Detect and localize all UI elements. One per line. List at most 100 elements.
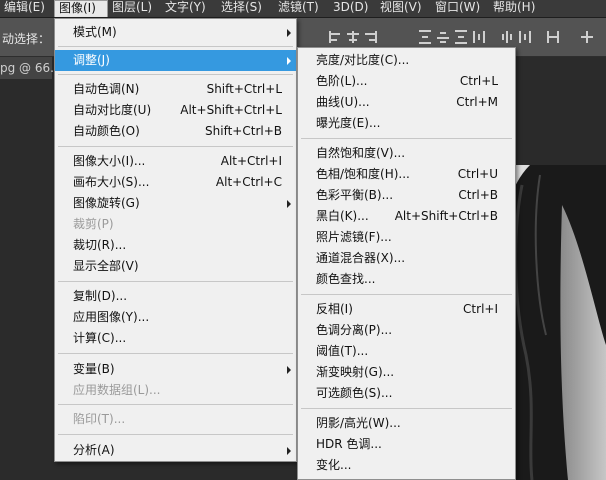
menu-item-variables[interactable]: 变量(B) [55,359,296,380]
menu-filter[interactable]: 滤镜(T) [274,0,323,17]
menu-item-apply-image[interactable]: 应用图像(Y)... [55,307,296,328]
menu-item-label: 应用图像(Y)... [73,310,150,324]
menu-item-label: 曲线(U)... [316,95,370,109]
menu-3d[interactable]: 3D(D) [329,0,372,17]
menu-item-color-lookup[interactable]: 颜色查找... [298,269,515,290]
menu-item-selective-color[interactable]: 可选颜色(S)... [298,383,515,404]
menu-item-analysis[interactable]: 分析(A) [55,440,296,461]
menu-item-image-rotation[interactable]: 图像旋转(G) [55,193,296,214]
menu-select[interactable]: 选择(S) [217,0,266,17]
menu-item-levels[interactable]: 色阶(L)... Ctrl+L [298,71,515,92]
menu-item-black-white[interactable]: 黑白(K)... Alt+Shift+Ctrl+B [298,206,515,227]
align-left-icon[interactable] [328,30,342,44]
menu-item-label: 曝光度(E)... [316,116,381,130]
menu-item-label: 自动色调(N) [73,82,140,96]
menu-item-channel-mixer[interactable]: 通道混合器(X)... [298,248,515,269]
menu-item-label: 色阶(L)... [316,74,368,88]
menu-item-adjustments[interactable]: 调整(J) [55,50,296,71]
shortcut-text: Shift+Ctrl+L [206,82,282,96]
menu-item-brightness-contrast[interactable]: 亮度/对比度(C)... [298,50,515,71]
menu-item-auto-tone[interactable]: 自动色调(N) Shift+Ctrl+L [55,79,296,100]
menu-item-label: 黑白(K)... [316,209,369,223]
3d-mode-icon[interactable] [580,30,594,44]
shortcut-text: Alt+Ctrl+C [215,175,282,189]
menu-item-label: 照片滤镜(F)... [316,230,392,244]
menu-help[interactable]: 帮助(H) [489,0,539,17]
submenu-arrow-icon [287,447,291,455]
menu-item-trim[interactable]: 裁切(R)... [55,235,296,256]
separator [301,294,512,295]
auto-align-icon[interactable] [546,30,560,44]
menu-item-reveal-all[interactable]: 显示全部(V) [55,256,296,277]
shortcut-text: Alt+Ctrl+I [220,154,282,168]
separator [58,46,293,47]
menu-view[interactable]: 视图(V) [376,0,426,17]
menu-item-label: 变化... [316,458,352,472]
menu-item-label: 自动对比度(U) [73,103,152,117]
menu-item-canvas-size[interactable]: 画布大小(S)... Alt+Ctrl+C [55,172,296,193]
menu-item-label: 分析(A) [73,443,115,457]
shortcut-text: Ctrl+L [459,74,498,88]
menu-item-image-size[interactable]: 图像大小(I)... Alt+Ctrl+I [55,151,296,172]
align-center-icon[interactable] [346,30,360,44]
menu-item-calculations[interactable]: 计算(C)... [55,328,296,349]
menu-layer[interactable]: 图层(L) [108,0,156,17]
menu-item-label: 应用数据组(L)... [73,383,161,397]
menu-item-label: 陷印(T)... [73,412,126,426]
menu-item-gradient-map[interactable]: 渐变映射(G)... [298,362,515,383]
menu-item-label: 反相(I) [316,302,353,316]
align-right-icon[interactable] [364,30,378,44]
menu-item-label: 色相/饱和度(H)... [316,167,410,181]
separator [301,138,512,139]
menu-item-vibrance[interactable]: 自然饱和度(V)... [298,143,515,164]
menu-item-label: 通道混合器(X)... [316,251,406,265]
shortcut-text: Ctrl+I [463,302,498,316]
menu-item-hdr-toning[interactable]: HDR 色调... [298,434,515,455]
separator [58,353,293,354]
distribute-left-icon[interactable] [472,30,486,44]
shortcut-text: Shift+Ctrl+B [205,124,282,138]
menu-item-crop: 裁剪(P) [55,214,296,235]
menu-item-label: 显示全部(V) [73,259,139,273]
menu-item-exposure[interactable]: 曝光度(E)... [298,113,515,134]
menu-type[interactable]: 文字(Y) [161,0,210,17]
menu-item-shadows-highlights[interactable]: 阴影/高光(W)... [298,413,515,434]
separator [58,74,293,75]
menu-item-label: 图像大小(I)... [73,154,146,168]
distribute-right-icon[interactable] [518,30,532,44]
submenu-arrow-icon [287,200,291,208]
distribute-middle-icon[interactable] [436,30,450,44]
menu-item-curves[interactable]: 曲线(U)... Ctrl+M [298,92,515,113]
menu-window[interactable]: 窗口(W) [431,0,484,17]
menu-item-label: 裁切(R)... [73,238,127,252]
menu-item-auto-contrast[interactable]: 自动对比度(U) Alt+Shift+Ctrl+L [55,100,296,121]
document-tab[interactable]: pg @ 66.7 [0,57,62,79]
menu-item-label: 图像旋转(G) [73,196,140,210]
menu-item-variations[interactable]: 变化... [298,455,515,476]
shortcut-text: Ctrl+B [458,188,498,202]
menu-item-label: 阴影/高光(W)... [316,416,401,430]
menu-item-auto-color[interactable]: 自动颜色(O) Shift+Ctrl+B [55,121,296,142]
menu-item-mode[interactable]: 模式(M) [55,22,296,43]
menu-item-threshold[interactable]: 阈值(T)... [298,341,515,362]
menu-item-invert[interactable]: 反相(I) Ctrl+I [298,299,515,320]
menu-image[interactable]: 图像(I) [54,0,108,17]
distribute-top-icon[interactable] [418,30,432,44]
menu-item-photo-filter[interactable]: 照片滤镜(F)... [298,227,515,248]
image-menu: 模式(M) 调整(J) 自动色调(N) Shift+Ctrl+L 自动对比度(U)… [54,18,297,462]
menu-item-color-balance[interactable]: 色彩平衡(B)... Ctrl+B [298,185,515,206]
menu-item-posterize[interactable]: 色调分离(P)... [298,320,515,341]
menu-item-label: 画布大小(S)... [73,175,150,189]
menu-item-label: 变量(B) [73,362,115,376]
menu-item-label: 计算(C)... [73,331,127,345]
menu-bar: 编辑(E) 图像(I) 图层(L) 文字(Y) 选择(S) 滤镜(T) 3D(D… [0,0,606,18]
menu-item-duplicate[interactable]: 复制(D)... [55,286,296,307]
menu-item-apply-data-set: 应用数据组(L)... [55,380,296,401]
separator [58,281,293,282]
menu-item-hue-saturation[interactable]: 色相/饱和度(H)... Ctrl+U [298,164,515,185]
menu-item-label: 阈值(T)... [316,344,369,358]
distribute-bottom-icon[interactable] [454,30,468,44]
menu-edit[interactable]: 编辑(E) [0,0,49,17]
distribute-hcenter-icon[interactable] [500,30,514,44]
menu-item-trap: 陷印(T)... [55,409,296,430]
